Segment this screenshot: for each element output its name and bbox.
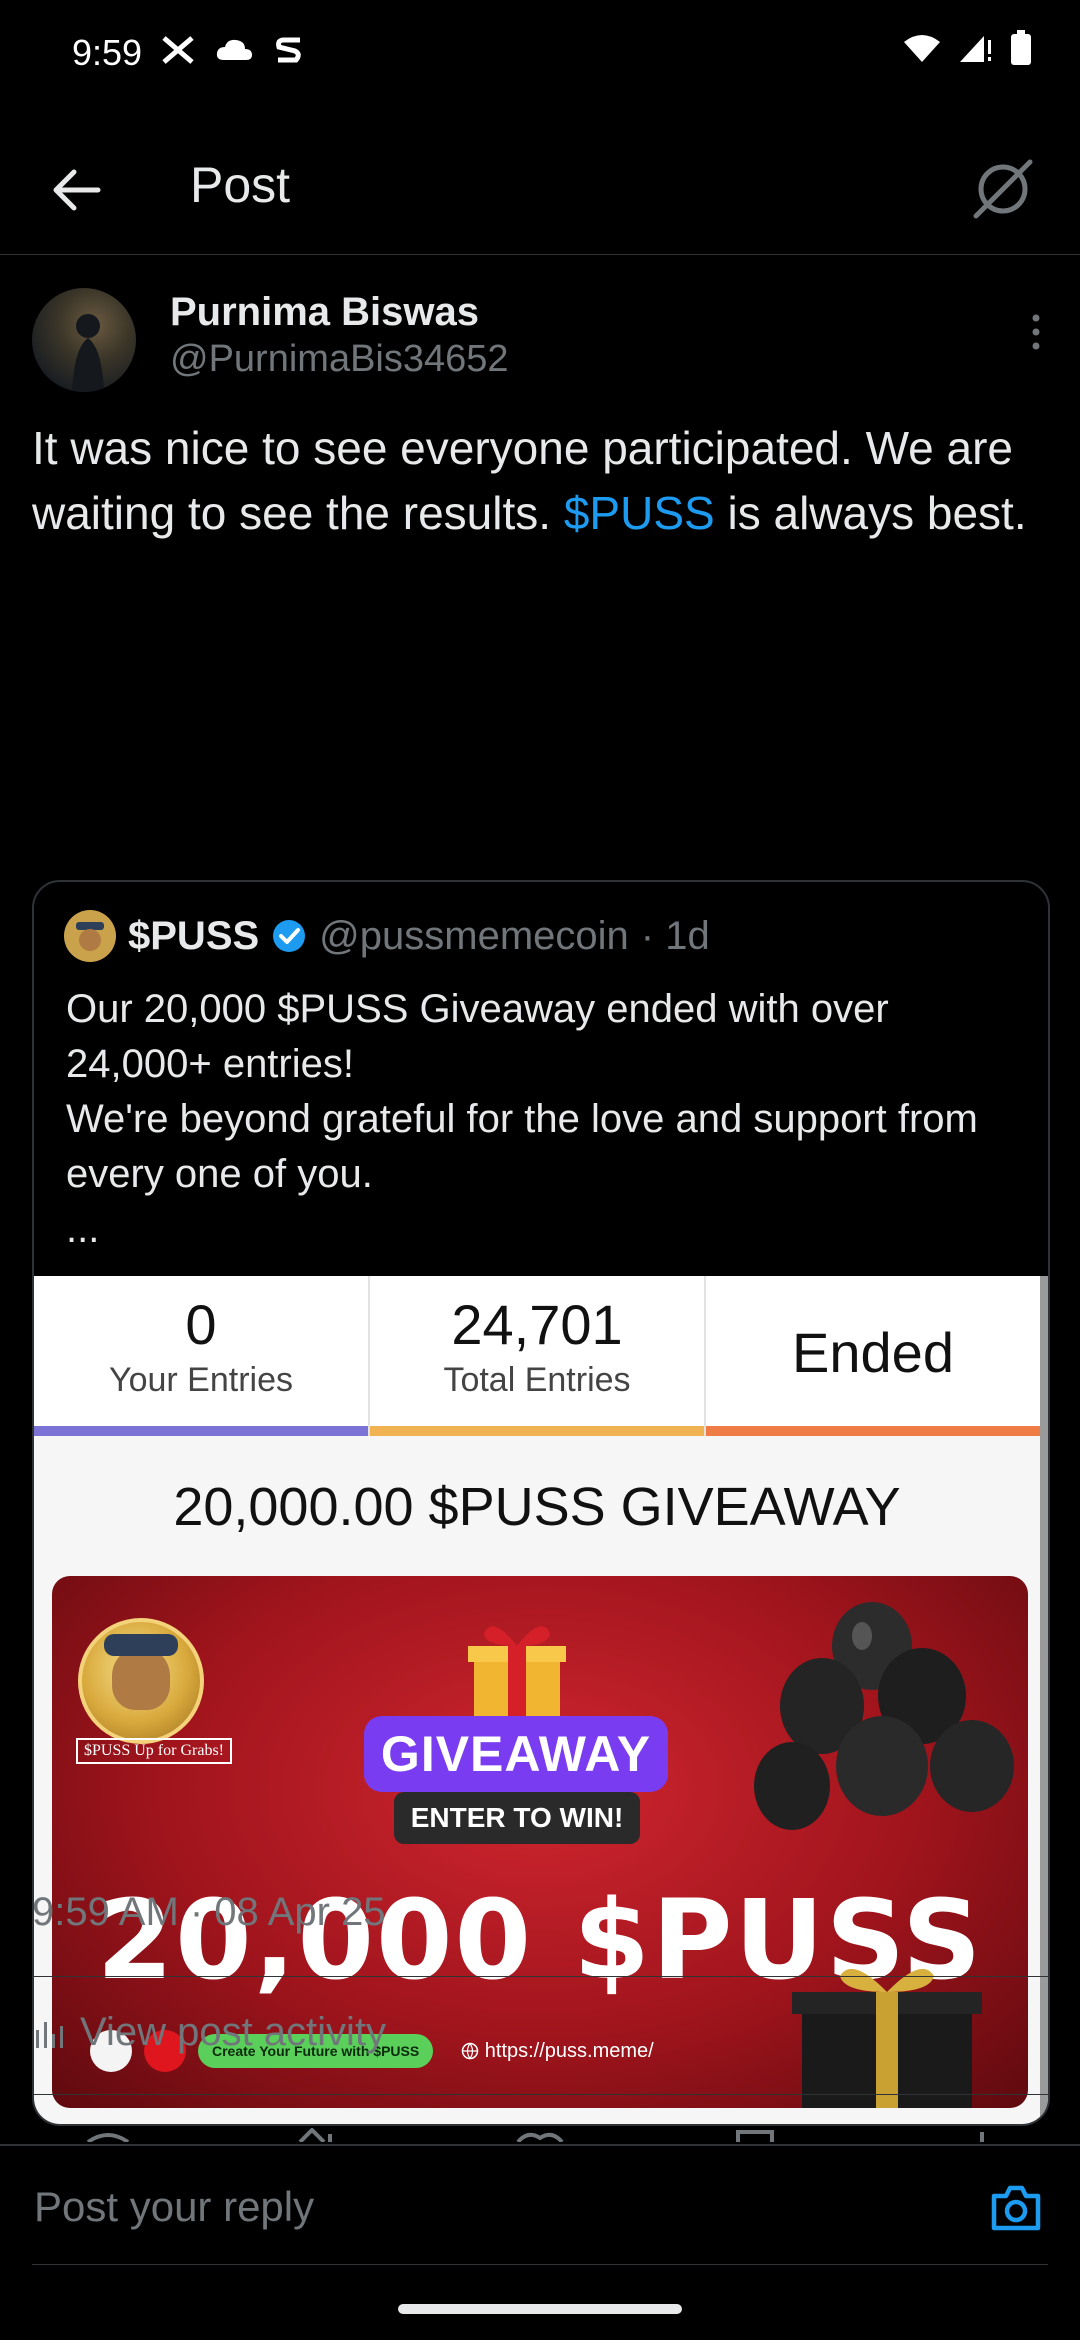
quoted-post[interactable]: $PUSS @pussmemecoin · 1d Our 20,000 $PUS… xyxy=(32,880,1050,2126)
quote-author-name: $PUSS xyxy=(128,913,260,958)
back-arrow-icon[interactable] xyxy=(46,160,106,220)
battery-icon xyxy=(1011,30,1031,65)
gift-box-icon xyxy=(468,1626,566,1720)
verified-badge-icon xyxy=(273,920,306,952)
cat-face xyxy=(112,1648,170,1710)
action-bar-peek xyxy=(0,2128,1080,2142)
signal-icon xyxy=(960,36,991,62)
quote-author-handle: @pussmemecoin xyxy=(319,913,629,958)
stat-value: 0 xyxy=(185,1293,217,1356)
stat-accent-bar xyxy=(34,1426,368,1436)
globe-icon xyxy=(461,2042,479,2060)
status-ended: Ended xyxy=(792,1321,954,1384)
puss-coin-logo xyxy=(78,1618,204,1744)
cloud-icon xyxy=(216,39,252,60)
quote-header: $PUSS @pussmemecoin · 1d xyxy=(64,910,710,962)
giveaway-title: 20,000.00 $PUSS GIVEAWAY xyxy=(173,1477,901,1537)
divider xyxy=(32,2094,1048,2095)
author-handle[interactable]: @PurnimaBis34652 xyxy=(170,338,509,381)
stat-value: 24,701 xyxy=(451,1293,623,1356)
action-icons-peek xyxy=(86,2128,984,2142)
divider xyxy=(32,1976,1048,1977)
black-balloons-icon xyxy=(754,1602,1014,1830)
author-name[interactable]: Purnima Biswas xyxy=(170,290,479,335)
stat-label: Your Entries xyxy=(109,1361,293,1399)
wifi-icon xyxy=(904,35,940,62)
x-notification-icon xyxy=(162,36,194,64)
post-text: It was nice to see everyone participated… xyxy=(32,416,1042,546)
reply-input[interactable] xyxy=(32,2170,936,2244)
stat-status: Ended xyxy=(706,1276,1040,1436)
quote-age: · 1d xyxy=(640,913,710,958)
notification-icons xyxy=(160,34,306,66)
status-time: 9:59 xyxy=(72,32,143,73)
post-text-part2: is always best. xyxy=(714,487,1027,539)
more-options-icon[interactable] xyxy=(1026,312,1046,352)
stat-your-entries: 0 Your Entries xyxy=(34,1276,370,1436)
system-icons xyxy=(902,30,1032,66)
stat-label: Total Entries xyxy=(443,1361,631,1399)
top-bar: Post xyxy=(0,130,1080,255)
avatar[interactable] xyxy=(32,288,136,392)
avatar-silhouette xyxy=(72,314,104,392)
stat-accent-bar xyxy=(706,1426,1040,1436)
cat-coin-icon xyxy=(76,922,104,951)
giveaway-pill: GIVEAWAY xyxy=(364,1716,668,1792)
grok-icon[interactable] xyxy=(968,154,1038,224)
view-post-activity-link[interactable]: View post activity xyxy=(32,2010,386,2055)
page-title: Post xyxy=(190,157,291,213)
banner-url: https://puss.meme/ xyxy=(461,2040,654,2063)
giveaway-stats: 0 Your Entries 24,701 Total Entries Ende… xyxy=(34,1276,1040,1436)
banner-url-text: https://puss.meme/ xyxy=(484,2039,654,2062)
banner-badge: $PUSS Up for Grabs! xyxy=(76,1738,232,1764)
stat-total-entries: 24,701 Total Entries xyxy=(370,1276,706,1436)
divider xyxy=(32,2264,1048,2265)
enter-to-win-label: ENTER TO WIN! xyxy=(394,1792,640,1844)
reply-bar xyxy=(0,2144,1080,2266)
cashtag-link[interactable]: $PUSS xyxy=(564,487,715,539)
analytics-bars-icon xyxy=(36,2021,63,2048)
camera-icon[interactable] xyxy=(988,2182,1044,2234)
post-timestamp: 9:59 AM · 08 Apr 25 xyxy=(32,1890,386,1934)
cat-hat xyxy=(104,1634,178,1656)
giveaway-card[interactable]: 0 Your Entries 24,701 Total Entries Ende… xyxy=(34,1276,1048,2124)
quote-text: Our 20,000 $PUSS Giveaway ended with ove… xyxy=(66,987,978,1251)
s-app-icon xyxy=(276,37,301,63)
black-gift-icon xyxy=(792,1968,982,2108)
status-bar: 9:59 xyxy=(0,0,1080,105)
stat-accent-bar xyxy=(370,1426,704,1436)
gesture-home-bar[interactable] xyxy=(398,2304,682,2314)
card-scroll-edge xyxy=(1040,1276,1048,2124)
quote-avatar xyxy=(64,910,116,962)
view-post-activity-label: View post activity xyxy=(80,2010,387,2054)
